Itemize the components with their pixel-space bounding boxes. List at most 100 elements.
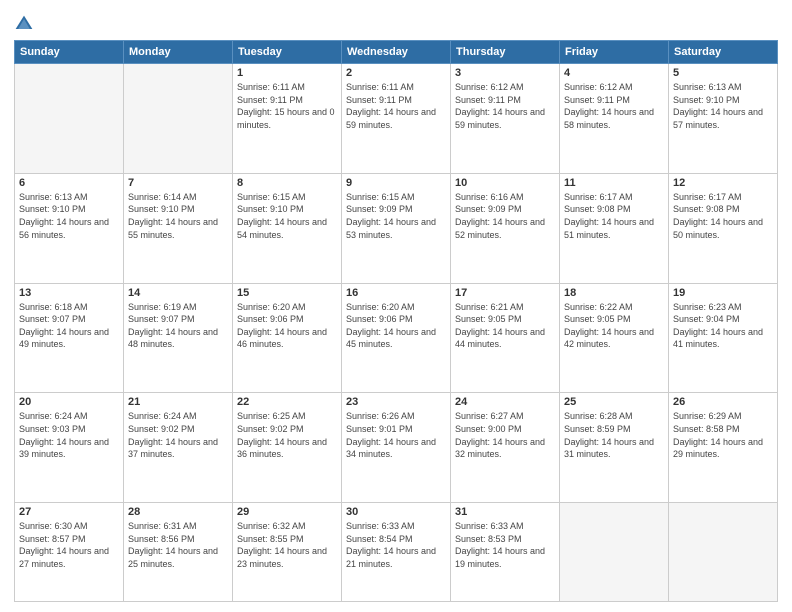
logo [14, 14, 38, 34]
day-number: 27 [19, 506, 119, 518]
day-cell: 2 Sunrise: 6:11 AMSunset: 9:11 PMDaylight… [342, 64, 451, 174]
day-cell: 30Sunrise: 6:33 AMSunset: 8:54 PMDayligh… [342, 503, 451, 602]
day-cell: 10 Sunrise: 6:16 AMSunset: 9:09 PMDayligh… [451, 173, 560, 283]
day-number: 10 [455, 177, 555, 189]
calendar-table: SundayMondayTuesdayWednesdayThursdayFrid… [14, 40, 778, 602]
day-cell: 13Sunrise: 6:18 AMSunset: 9:07 PMDayligh… [15, 283, 124, 393]
col-header-monday: Monday [124, 41, 233, 64]
day-number: 15 [237, 287, 337, 299]
day-cell: 19Sunrise: 6:23 AMSunset: 9:04 PMDayligh… [669, 283, 778, 393]
week-row-2: 13Sunrise: 6:18 AMSunset: 9:07 PMDayligh… [15, 283, 778, 393]
day-number: 4 [564, 67, 664, 79]
day-number: 29 [237, 506, 337, 518]
day-number: 8 [237, 177, 337, 189]
day-detail: Sunrise: 6:18 AMSunset: 9:07 PMDaylight:… [19, 301, 119, 351]
day-detail: Sunrise: 6:16 AMSunset: 9:09 PMDaylight:… [455, 191, 555, 241]
day-number: 30 [346, 506, 446, 518]
day-cell: 17 Sunrise: 6:21 AMSunset: 9:05 PMDayligh… [451, 283, 560, 393]
day-cell: 1Sunrise: 6:11 AMSunset: 9:11 PMDaylight… [233, 64, 342, 174]
day-detail: Sunrise: 6:14 AMSunset: 9:10 PMDaylight:… [128, 191, 228, 241]
day-cell: 26 Sunrise: 6:29 AMSunset: 8:58 PMDayligh… [669, 393, 778, 503]
day-cell [124, 64, 233, 174]
day-cell: 12Sunrise: 6:17 AMSunset: 9:08 PMDayligh… [669, 173, 778, 283]
day-detail: Sunrise: 6:15 AMSunset: 9:09 PMDaylight:… [346, 191, 446, 241]
day-number: 12 [673, 177, 773, 189]
day-cell [15, 64, 124, 174]
day-cell: 7 Sunrise: 6:14 AMSunset: 9:10 PMDaylight… [124, 173, 233, 283]
day-number: 22 [237, 396, 337, 408]
day-number: 16 [346, 287, 446, 299]
week-row-0: 1Sunrise: 6:11 AMSunset: 9:11 PMDaylight… [15, 64, 778, 174]
calendar-header-row: SundayMondayTuesdayWednesdayThursdayFrid… [15, 41, 778, 64]
day-detail: Sunrise: 6:11 AMSunset: 9:11 PMDaylight:… [346, 81, 446, 131]
day-detail: Sunrise: 6:33 AMSunset: 8:53 PMDaylight:… [455, 520, 555, 570]
day-number: 5 [673, 67, 773, 79]
header [14, 10, 778, 34]
day-cell: 24Sunrise: 6:27 AMSunset: 9:00 PMDayligh… [451, 393, 560, 503]
day-cell: 15 Sunrise: 6:20 AMSunset: 9:06 PMDayligh… [233, 283, 342, 393]
day-cell: 16 Sunrise: 6:20 AMSunset: 9:06 PMDayligh… [342, 283, 451, 393]
col-header-sunday: Sunday [15, 41, 124, 64]
day-detail: Sunrise: 6:23 AMSunset: 9:04 PMDaylight:… [673, 301, 773, 351]
day-number: 21 [128, 396, 228, 408]
day-number: 2 [346, 67, 446, 79]
day-cell: 23 Sunrise: 6:26 AMSunset: 9:01 PMDayligh… [342, 393, 451, 503]
day-detail: Sunrise: 6:13 AMSunset: 9:10 PMDaylight:… [19, 191, 119, 241]
day-cell [669, 503, 778, 602]
day-detail: Sunrise: 6:30 AMSunset: 8:57 PMDaylight:… [19, 520, 119, 570]
day-cell: 18Sunrise: 6:22 AMSunset: 9:05 PMDayligh… [560, 283, 669, 393]
day-number: 25 [564, 396, 664, 408]
day-number: 31 [455, 506, 555, 518]
day-detail: Sunrise: 6:21 AMSunset: 9:05 PMDaylight:… [455, 301, 555, 351]
day-number: 14 [128, 287, 228, 299]
day-cell: 31 Sunrise: 6:33 AMSunset: 8:53 PMDayligh… [451, 503, 560, 602]
week-row-4: 27 Sunrise: 6:30 AMSunset: 8:57 PMDayligh… [15, 503, 778, 602]
day-detail: Sunrise: 6:25 AMSunset: 9:02 PMDaylight:… [237, 410, 337, 460]
day-cell: 28 Sunrise: 6:31 AMSunset: 8:56 PMDayligh… [124, 503, 233, 602]
day-detail: Sunrise: 6:12 AMSunset: 9:11 PMDaylight:… [564, 81, 664, 131]
day-number: 28 [128, 506, 228, 518]
day-cell: 9 Sunrise: 6:15 AMSunset: 9:09 PMDaylight… [342, 173, 451, 283]
day-cell: 20 Sunrise: 6:24 AMSunset: 9:03 PMDayligh… [15, 393, 124, 503]
day-detail: Sunrise: 6:27 AMSunset: 9:00 PMDaylight:… [455, 410, 555, 460]
day-detail: Sunrise: 6:20 AMSunset: 9:06 PMDaylight:… [237, 301, 337, 351]
day-cell: 4 Sunrise: 6:12 AMSunset: 9:11 PMDaylight… [560, 64, 669, 174]
day-cell: 14 Sunrise: 6:19 AMSunset: 9:07 PMDayligh… [124, 283, 233, 393]
col-header-saturday: Saturday [669, 41, 778, 64]
day-number: 20 [19, 396, 119, 408]
day-cell: 3 Sunrise: 6:12 AMSunset: 9:11 PMDaylight… [451, 64, 560, 174]
day-detail: Sunrise: 6:13 AMSunset: 9:10 PMDaylight:… [673, 81, 773, 131]
col-header-tuesday: Tuesday [233, 41, 342, 64]
day-number: 17 [455, 287, 555, 299]
day-detail: Sunrise: 6:17 AMSunset: 9:08 PMDaylight:… [564, 191, 664, 241]
day-detail: Sunrise: 6:15 AMSunset: 9:10 PMDaylight:… [237, 191, 337, 241]
day-detail: Sunrise: 6:26 AMSunset: 9:01 PMDaylight:… [346, 410, 446, 460]
day-detail: Sunrise: 6:19 AMSunset: 9:07 PMDaylight:… [128, 301, 228, 351]
day-cell: 22 Sunrise: 6:25 AMSunset: 9:02 PMDayligh… [233, 393, 342, 503]
col-header-wednesday: Wednesday [342, 41, 451, 64]
day-detail: Sunrise: 6:24 AMSunset: 9:03 PMDaylight:… [19, 410, 119, 460]
day-detail: Sunrise: 6:31 AMSunset: 8:56 PMDaylight:… [128, 520, 228, 570]
day-number: 11 [564, 177, 664, 189]
day-cell: 11 Sunrise: 6:17 AMSunset: 9:08 PMDayligh… [560, 173, 669, 283]
day-cell: 25 Sunrise: 6:28 AMSunset: 8:59 PMDayligh… [560, 393, 669, 503]
day-number: 23 [346, 396, 446, 408]
day-cell: 21Sunrise: 6:24 AMSunset: 9:02 PMDayligh… [124, 393, 233, 503]
day-number: 7 [128, 177, 228, 189]
day-number: 9 [346, 177, 446, 189]
logo-icon [14, 14, 34, 34]
day-detail: Sunrise: 6:20 AMSunset: 9:06 PMDaylight:… [346, 301, 446, 351]
day-number: 18 [564, 287, 664, 299]
day-number: 26 [673, 396, 773, 408]
day-detail: Sunrise: 6:12 AMSunset: 9:11 PMDaylight:… [455, 81, 555, 131]
day-number: 3 [455, 67, 555, 79]
day-detail: Sunrise: 6:29 AMSunset: 8:58 PMDaylight:… [673, 410, 773, 460]
day-number: 6 [19, 177, 119, 189]
day-cell: 29Sunrise: 6:32 AMSunset: 8:55 PMDayligh… [233, 503, 342, 602]
day-detail: Sunrise: 6:11 AMSunset: 9:11 PMDaylight:… [237, 81, 337, 131]
week-row-1: 6 Sunrise: 6:13 AMSunset: 9:10 PMDaylight… [15, 173, 778, 283]
day-cell: 8 Sunrise: 6:15 AMSunset: 9:10 PMDaylight… [233, 173, 342, 283]
week-row-3: 20 Sunrise: 6:24 AMSunset: 9:03 PMDayligh… [15, 393, 778, 503]
col-header-thursday: Thursday [451, 41, 560, 64]
day-detail: Sunrise: 6:28 AMSunset: 8:59 PMDaylight:… [564, 410, 664, 460]
